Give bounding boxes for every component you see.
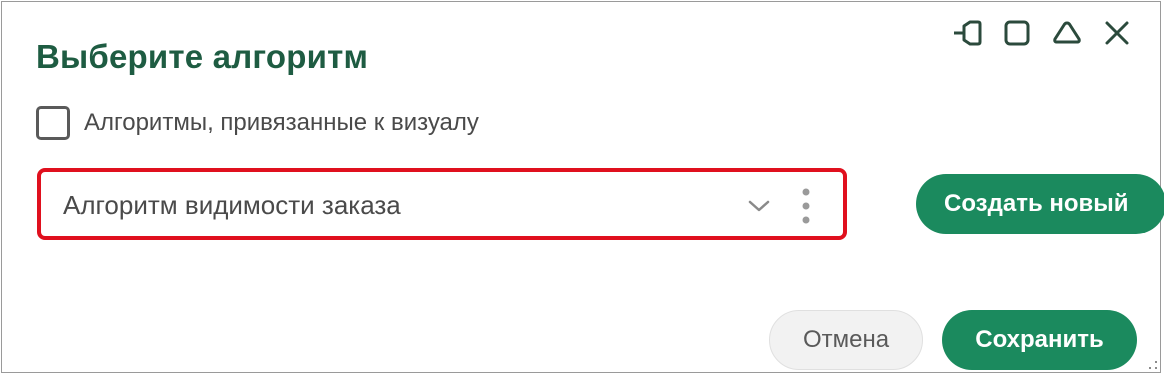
cancel-button[interactable]: Отмена <box>769 310 923 370</box>
pin-icon <box>954 20 982 46</box>
dialog-title: Выберите алгоритм <box>36 38 369 75</box>
dialog: Выберите алгоритм Алгоритмы, привязанные… <box>1 1 1164 373</box>
close-icon <box>1105 21 1129 45</box>
maximize-button[interactable] <box>1000 16 1034 50</box>
bound-algorithms-checkbox[interactable] <box>36 106 70 140</box>
bound-algorithms-checkbox-row: Алгоритмы, привязанные к визуалу <box>36 106 479 140</box>
maximize-icon <box>1004 20 1030 46</box>
algorithm-select[interactable]: Алгоритм видимости заказа <box>37 168 847 240</box>
collapse-icon <box>1053 21 1081 44</box>
chevron-down-icon[interactable] <box>747 194 771 218</box>
collapse-button[interactable] <box>1050 16 1084 50</box>
resize-grip-icon[interactable] <box>1148 360 1158 370</box>
close-button[interactable] <box>1100 16 1134 50</box>
create-new-button[interactable]: Создать новый <box>916 174 1164 234</box>
checkbox-label[interactable]: Алгоритмы, привязанные к визуалу <box>84 109 479 137</box>
selected-algorithm: Алгоритм видимости заказа <box>63 190 401 220</box>
more-options-icon[interactable] <box>797 186 815 226</box>
save-button[interactable]: Сохранить <box>942 310 1137 370</box>
pin-button[interactable] <box>950 16 984 50</box>
window-controls <box>950 16 1134 50</box>
